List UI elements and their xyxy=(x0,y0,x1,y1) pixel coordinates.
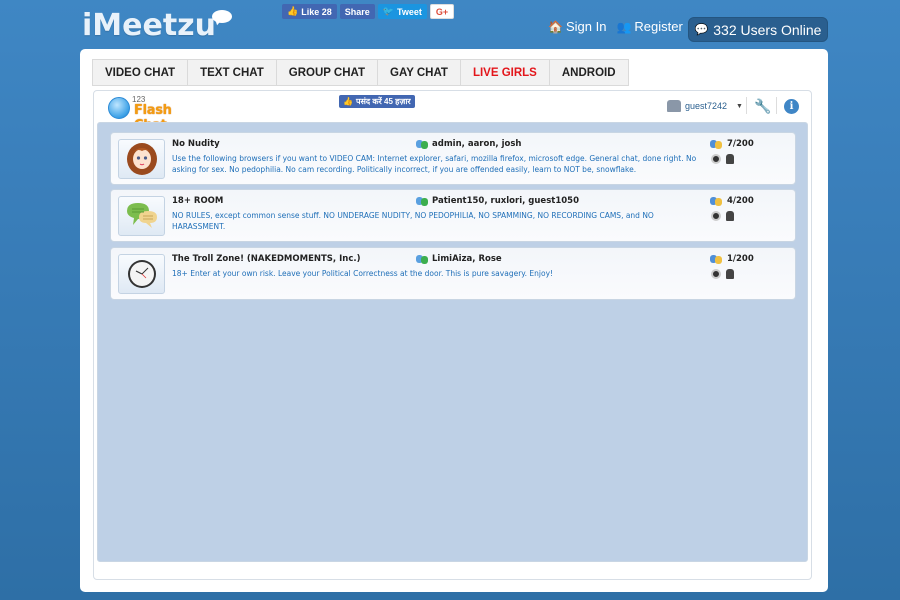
tab-live-girls[interactable]: LIVE GIRLS xyxy=(459,59,549,86)
chat-bubbles-icon: 💬 xyxy=(694,24,709,36)
flash-chat-bird-icon xyxy=(108,97,130,119)
fb-like-button[interactable]: 👍 पसंद करें 45 हज़ार xyxy=(339,95,415,108)
microphone-icon xyxy=(726,154,734,164)
tab-gay-chat[interactable]: GAY CHAT xyxy=(377,59,460,86)
webcam-icon xyxy=(711,269,721,279)
users-icon xyxy=(416,195,429,206)
room-item[interactable]: No Nudity admin, aaron, josh 7/200 Use t… xyxy=(110,132,796,185)
room-media xyxy=(711,211,734,221)
google-plus-button[interactable]: G+ xyxy=(429,4,455,19)
microphone-icon xyxy=(726,211,734,221)
username: guest7242 xyxy=(685,101,728,111)
chat-panel: 123 Flash Chat 👍 पसंद करें 45 हज़ार gues… xyxy=(93,90,812,580)
room-media xyxy=(711,269,734,279)
room-name: The Troll Zone! (NAKEDMOMENTS, Inc.) xyxy=(172,254,361,264)
users-icon xyxy=(416,138,429,149)
room-users: Patient150, ruxlori, guest1050 xyxy=(416,195,579,206)
nav-tabs: VIDEO CHAT TEXT CHAT GROUP CHAT GAY CHAT… xyxy=(92,59,629,86)
room-description: 18+ Enter at your own risk. Leave your P… xyxy=(172,269,554,278)
microphone-icon xyxy=(726,269,734,279)
room-name: No Nudity xyxy=(172,139,220,149)
thumbs-up-icon: 👍 xyxy=(343,97,353,106)
group-icon xyxy=(710,253,723,264)
room-description: Use the following browsers if you want t… xyxy=(172,154,697,174)
tab-video-chat[interactable]: VIDEO CHAT xyxy=(92,59,188,86)
tab-text-chat[interactable]: TEXT CHAT xyxy=(187,59,276,86)
users-online-button[interactable]: 💬 332 Users Online xyxy=(688,17,828,42)
user-avatar-icon xyxy=(667,100,681,112)
clock-icon xyxy=(118,254,165,294)
register-link[interactable]: 👥 Register xyxy=(616,19,682,34)
twitter-bird-icon: 🐦 xyxy=(382,6,394,16)
group-icon xyxy=(710,195,723,206)
house-icon: 🏠 xyxy=(548,19,563,34)
room-users: admin, aaron, josh xyxy=(416,138,521,149)
wrench-settings-icon[interactable]: 🔧 xyxy=(754,98,771,115)
girl-avatar-icon xyxy=(118,139,165,179)
facebook-like-button[interactable]: 👍 Like 28 xyxy=(282,4,337,19)
room-list: No Nudity admin, aaron, josh 7/200 Use t… xyxy=(97,122,808,562)
room-item[interactable]: The Troll Zone! (NAKEDMOMENTS, Inc.) Lim… xyxy=(110,247,796,300)
flash-chat-logo: 123 Flash Chat xyxy=(108,95,198,133)
main-card: VIDEO CHAT TEXT CHAT GROUP CHAT GAY CHAT… xyxy=(80,49,828,592)
tweet-button[interactable]: 🐦 Tweet xyxy=(377,4,427,19)
room-item[interactable]: 18+ ROOM Patient150, ruxlori, guest1050 … xyxy=(110,189,796,242)
group-icon xyxy=(710,138,723,149)
room-name: 18+ ROOM xyxy=(172,196,224,206)
room-description: NO RULES, except common sense stuff. NO … xyxy=(172,211,654,231)
people-icon: 👥 xyxy=(616,19,632,34)
caret-down-icon: ▼ xyxy=(736,102,743,110)
logo-bubble-icon xyxy=(212,10,232,23)
site-logo[interactable]: iMeetzu xyxy=(82,8,216,43)
auth-links: 🏠 Sign In 👥 Register xyxy=(548,19,683,34)
social-buttons: 👍 Like 28 Share 🐦 Tweet G+ xyxy=(282,4,455,19)
room-count: 7/200 xyxy=(710,138,754,149)
room-media xyxy=(711,154,734,164)
divider xyxy=(746,97,747,114)
tab-group-chat[interactable]: GROUP CHAT xyxy=(275,59,377,86)
webcam-icon xyxy=(711,211,721,221)
room-count: 1/200 xyxy=(710,253,754,264)
room-count: 4/200 xyxy=(710,195,754,206)
users-icon xyxy=(416,253,429,264)
tab-android[interactable]: ANDROID xyxy=(548,59,629,86)
sign-in-link[interactable]: 🏠 Sign In xyxy=(548,19,606,34)
chat-toolbar: 123 Flash Chat 👍 पसंद करें 45 हज़ार gues… xyxy=(94,91,811,133)
facebook-share-button[interactable]: Share xyxy=(339,4,375,19)
user-menu[interactable]: guest7242 ▼ xyxy=(667,100,743,112)
divider xyxy=(776,97,777,114)
info-icon[interactable]: i xyxy=(784,99,799,114)
webcam-icon xyxy=(711,154,721,164)
room-users: LimiAiza, Rose xyxy=(416,253,502,264)
speech-bubbles-icon xyxy=(118,196,165,236)
thumbs-up-icon: 👍 xyxy=(287,6,299,16)
